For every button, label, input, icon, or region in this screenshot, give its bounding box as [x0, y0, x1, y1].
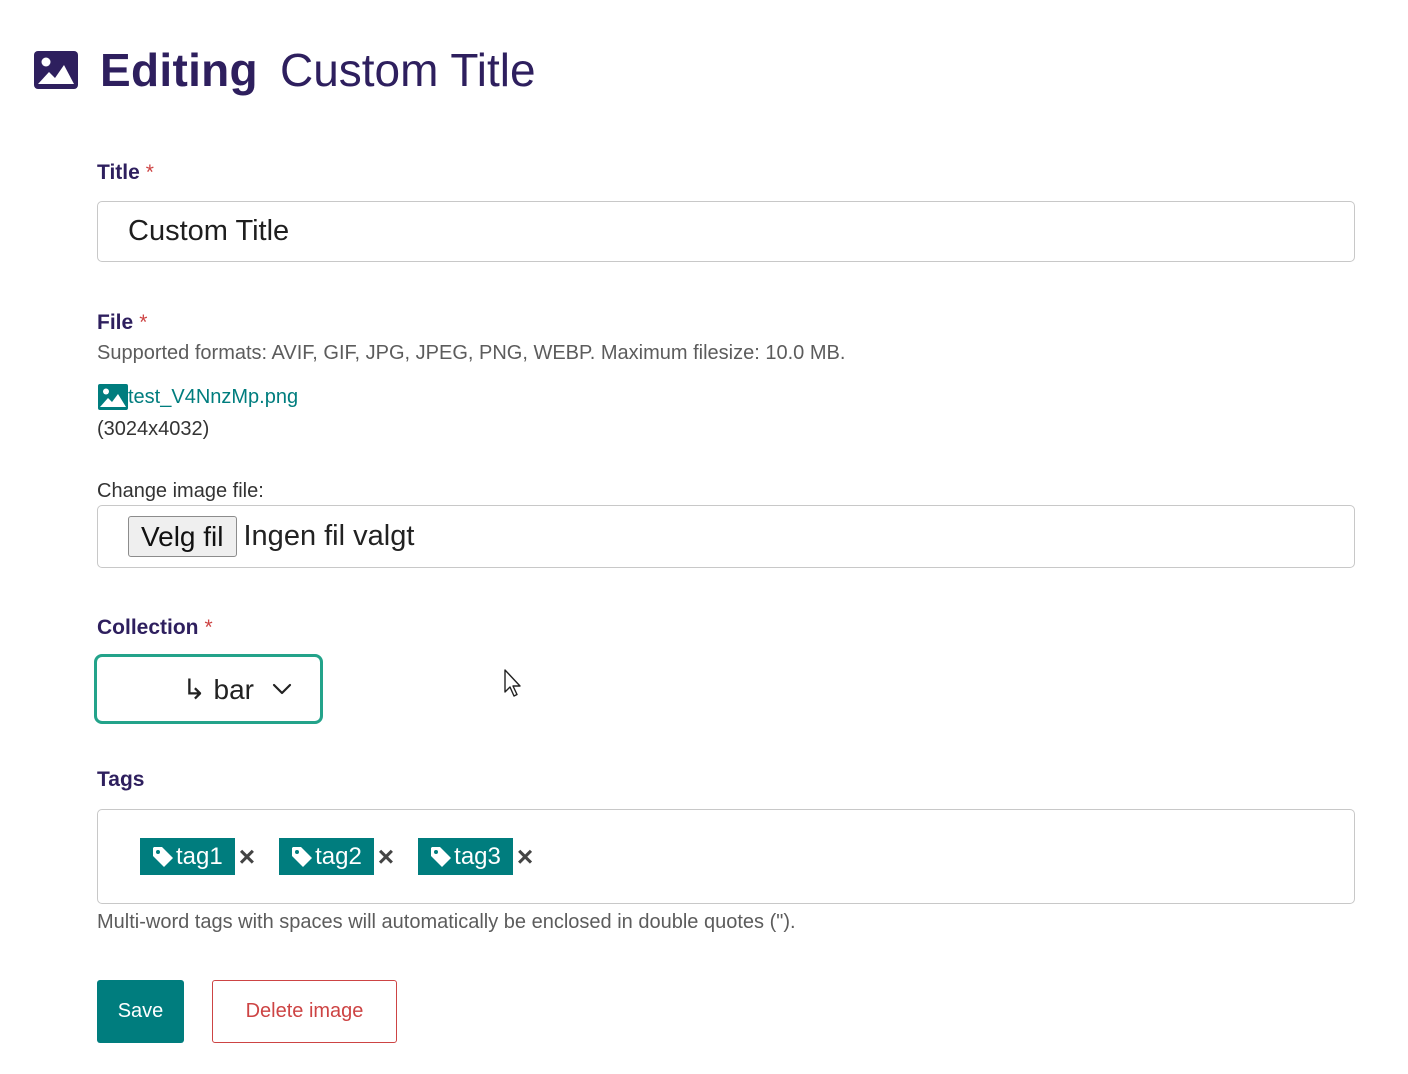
tag-item: tag3 ×	[418, 838, 533, 875]
tag-item: tag2 ×	[279, 838, 394, 875]
required-mark: *	[204, 616, 213, 639]
title-label-text: Title	[97, 161, 140, 184]
image-icon	[98, 383, 128, 411]
chevron-down-icon	[272, 682, 292, 696]
tag-label: tag3	[454, 842, 501, 870]
file-help-text: Supported formats: AVIF, GIF, JPG, JPEG,…	[97, 342, 846, 364]
remove-tag-button[interactable]: ×	[378, 842, 394, 871]
tag-chip: tag3	[418, 838, 513, 875]
tag-icon	[430, 846, 452, 868]
tag-label: tag1	[176, 842, 223, 870]
collection-selected-value: ↳ bar	[182, 673, 254, 705]
file-dimensions: (3024x4032)	[97, 418, 210, 440]
collection-select[interactable]: ↳ bar	[94, 654, 323, 724]
remove-tag-button[interactable]: ×	[517, 842, 533, 871]
collection-label: Collection *	[97, 616, 213, 640]
remove-tag-button[interactable]: ×	[239, 842, 255, 871]
save-button[interactable]: Save	[97, 980, 184, 1043]
mouse-cursor-icon	[503, 668, 525, 698]
tag-chip: tag2	[279, 838, 374, 875]
tag-icon	[291, 846, 313, 868]
tags-input[interactable]: tag1 × tag2 × tag3 ×	[97, 809, 1355, 904]
tags-help-text: Multi-word tags with spaces will automat…	[97, 911, 796, 933]
required-mark: *	[145, 161, 154, 184]
title-input-value: Custom Title	[128, 215, 290, 247]
delete-image-button[interactable]: Delete image	[212, 980, 397, 1043]
current-file-name: test_V4NnzMp.png	[128, 385, 299, 408]
edit-image-page: Editing Custom Title Title * Custom Title…	[0, 0, 1408, 1074]
no-file-chosen-text: Ingen fil valgt	[243, 520, 415, 552]
page-title: Custom Title	[279, 44, 536, 96]
choose-file-button[interactable]: Velg fil	[128, 516, 237, 557]
file-label-text: File	[97, 311, 134, 334]
image-icon	[34, 50, 78, 90]
current-file-link[interactable]: test_V4NnzMp.png	[98, 383, 298, 411]
required-mark: *	[139, 311, 148, 334]
title-label: Title *	[97, 161, 154, 185]
change-file-label: Change image file:	[97, 480, 264, 502]
tag-item: tag1 ×	[140, 838, 255, 875]
tags-label: Tags	[97, 768, 145, 791]
tag-chip: tag1	[140, 838, 235, 875]
collection-label-text: Collection	[97, 616, 199, 639]
page-header: Editing Custom Title	[34, 40, 536, 100]
file-input[interactable]: Velg fil Ingen fil valgt	[97, 505, 1355, 568]
tag-label: tag2	[315, 842, 362, 870]
title-input[interactable]: Custom Title	[97, 201, 1355, 262]
file-label: File *	[97, 311, 147, 335]
tag-icon	[152, 846, 174, 868]
page-action-label: Editing	[100, 44, 258, 96]
